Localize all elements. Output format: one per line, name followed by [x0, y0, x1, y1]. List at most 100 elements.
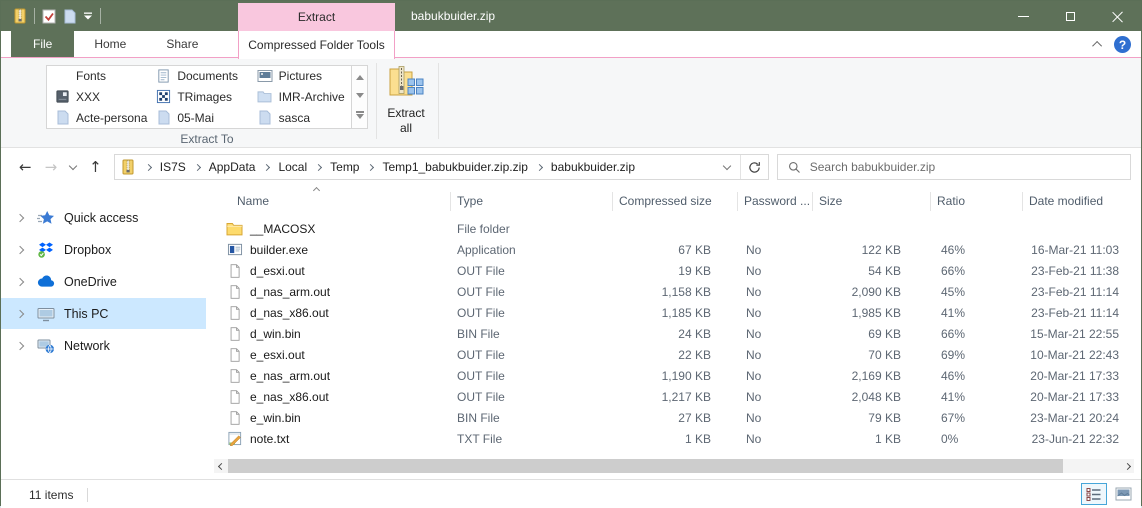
expand-chevron-icon[interactable] — [16, 341, 24, 349]
gallery-more-icon[interactable] — [356, 111, 364, 119]
expand-chevron-icon[interactable] — [16, 309, 24, 317]
details-view-button[interactable] — [1081, 483, 1107, 505]
breadcrumb-segment[interactable]: IS7S — [137, 160, 186, 174]
minimize-button[interactable] — [1000, 1, 1047, 31]
extract-destination-acte-personale[interactable]: Acte-personale — [47, 107, 148, 128]
scroll-right-icon[interactable] — [1120, 459, 1134, 473]
breadcrumb-segment[interactable]: AppData — [186, 160, 256, 174]
scroll-left-icon[interactable] — [214, 459, 228, 473]
column-header-label: Compressed size — [619, 194, 712, 208]
extract-destination-fonts[interactable]: Fonts — [47, 66, 148, 87]
expand-chevron-icon[interactable] — [16, 277, 24, 285]
customize-arrow-icon[interactable] — [83, 12, 93, 21]
extract-destination-documents[interactable]: Documents — [148, 66, 249, 87]
table-row[interactable]: e_nas_x86.outOUT File1,217 KBNo2,048 KB4… — [214, 386, 1141, 407]
expand-chevron-icon[interactable] — [16, 213, 24, 221]
zip-file-icon[interactable] — [13, 8, 27, 24]
file-name: d_nas_arm.out — [250, 285, 330, 299]
breadcrumb-segment[interactable]: babukbuider.zip — [528, 160, 635, 174]
table-row[interactable]: e_win.binBIN File27 KBNo79 KB67%23-Mar-2… — [214, 407, 1141, 428]
table-row[interactable]: d_nas_arm.outOUT File1,158 KBNo2,090 KB4… — [214, 281, 1141, 302]
close-button[interactable] — [1094, 1, 1141, 31]
column-header-type[interactable]: Type — [451, 192, 613, 211]
back-button[interactable]: ← — [19, 158, 32, 176]
ribbon-separator — [438, 63, 439, 139]
table-row[interactable]: d_nas_x86.outOUT File1,185 KBNo1,985 KB4… — [214, 302, 1141, 323]
sidebar-item-dropbox[interactable]: Dropbox — [1, 234, 206, 265]
scroll-up-icon[interactable] — [356, 75, 364, 80]
file-name-cell[interactable]: e_nas_arm.out — [214, 368, 451, 384]
breadcrumb-label: Local — [278, 160, 307, 174]
sidebar-item-this-pc[interactable]: This PC — [1, 298, 206, 329]
tab-home[interactable]: Home — [74, 31, 146, 57]
file-name-cell[interactable]: __MACOSX — [214, 222, 451, 236]
extract-destination-imr-archive[interactable]: IMR-Archive — [250, 87, 351, 108]
help-icon[interactable]: ? — [1114, 36, 1131, 53]
file-name-cell[interactable]: d_nas_x86.out — [214, 305, 451, 321]
table-row[interactable]: __MACOSXFile folder — [214, 218, 1141, 239]
extract-destination-05-mai[interactable]: 05-Mai — [148, 107, 249, 128]
table-row[interactable]: builder.exeApplication67 KBNo122 KB46%16… — [214, 239, 1141, 260]
address-dropdown-icon[interactable] — [722, 161, 730, 169]
file-name-cell[interactable]: e_nas_x86.out — [214, 389, 451, 405]
extract-destination-xxx[interactable]: XXX — [47, 87, 148, 108]
file-name-cell[interactable]: d_nas_arm.out — [214, 284, 451, 300]
file-name-cell[interactable]: e_esxi.out — [214, 347, 451, 363]
expand-chevron-icon[interactable] — [16, 245, 24, 253]
date-modified-cell: 20-Mar-21 17:33 — [1023, 369, 1131, 383]
column-header-ratio[interactable]: Ratio — [931, 192, 1023, 211]
ratio-cell: 0% — [931, 432, 1023, 446]
tab-file[interactable]: File — [11, 31, 74, 57]
gallery-scrollbar[interactable] — [351, 66, 367, 128]
file-type-cell: BIN File — [451, 327, 613, 341]
sidebar-item-quick-access[interactable]: Quick access — [1, 202, 206, 233]
file-name-cell[interactable]: e_win.bin — [214, 410, 451, 426]
sidebar-item-onedrive[interactable]: OneDrive — [1, 266, 206, 297]
column-header-compressed-size[interactable]: Compressed size — [613, 192, 738, 211]
column-header-date-modified[interactable]: Date modified — [1023, 192, 1131, 211]
column-header-name[interactable]: Name — [214, 192, 451, 211]
file-name-cell[interactable]: note.txt — [214, 431, 451, 446]
column-header-password[interactable]: Password ... — [738, 192, 813, 211]
pale-file-icon[interactable] — [63, 9, 76, 24]
up-button[interactable]: ↑ — [89, 158, 102, 176]
horizontal-scrollbar[interactable] — [214, 459, 1134, 473]
extract-destination-sasca[interactable]: sasca — [250, 107, 351, 128]
size-cell: 79 KB — [813, 411, 931, 425]
extract-all-button[interactable]: Extract all — [380, 64, 432, 144]
file-name-cell[interactable]: d_win.bin — [214, 326, 451, 342]
column-header-size[interactable]: Size — [813, 192, 931, 211]
breadcrumb-segment[interactable]: Temp — [307, 160, 359, 174]
checked-document-icon[interactable] — [42, 9, 56, 24]
table-row[interactable]: d_win.binBIN File24 KBNo69 KB66%15-Mar-2… — [214, 323, 1141, 344]
table-row[interactable]: note.txtTXT File1 KBNo1 KB0%23-Jun-21 22… — [214, 428, 1141, 449]
maximize-button[interactable] — [1047, 1, 1094, 31]
ratio-cell: 45% — [931, 285, 1023, 299]
column-header-label: Size — [819, 194, 842, 208]
pale-file-icon — [155, 110, 171, 126]
table-row[interactable]: e_nas_arm.outOUT File1,190 KBNo2,169 KB4… — [214, 365, 1141, 386]
tab-compressed-folder-tools[interactable]: Compressed Folder Tools — [238, 31, 395, 59]
breadcrumb-segment[interactable]: Temp1_babukbuider.zip.zip — [359, 160, 527, 174]
recent-locations-icon[interactable] — [69, 161, 77, 169]
file-name-cell[interactable]: d_esxi.out — [214, 263, 451, 279]
size-cell: 1,985 KB — [813, 306, 931, 320]
table-row[interactable]: d_esxi.outOUT File19 KBNo54 KB66%23-Feb-… — [214, 260, 1141, 281]
file-name-cell[interactable]: builder.exe — [214, 242, 451, 257]
breadcrumb-segment[interactable]: Local — [255, 160, 307, 174]
search-input[interactable] — [810, 160, 1100, 174]
extract-destination-pictures[interactable]: Pictures — [250, 66, 351, 87]
window-controls — [1000, 1, 1141, 31]
forward-button[interactable]: → — [45, 158, 58, 176]
date-modified-cell: 23-Mar-21 20:24 — [1023, 411, 1131, 425]
sidebar-item-network[interactable]: Network — [1, 330, 206, 361]
refresh-button[interactable] — [740, 155, 768, 179]
scrollbar-thumb[interactable] — [228, 459, 1063, 473]
breadcrumb[interactable]: IS7SAppData LocalTempTemp1_babukbuider.zi… — [114, 154, 769, 180]
minimize-ribbon-icon[interactable] — [1092, 41, 1102, 51]
table-row[interactable]: e_esxi.outOUT File22 KBNo70 KB69%10-Mar-… — [214, 344, 1141, 365]
tab-share[interactable]: Share — [146, 31, 218, 57]
scroll-down-icon[interactable] — [356, 93, 364, 98]
extract-destination-trimages[interactable]: TRimages — [148, 87, 249, 108]
thumbnail-view-button[interactable] — [1110, 483, 1136, 505]
